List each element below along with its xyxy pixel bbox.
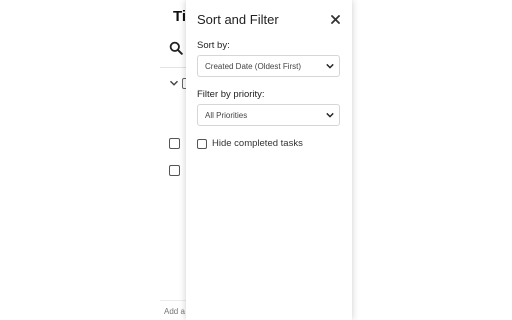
task-checkbox[interactable] — [169, 137, 180, 149]
sort-by-select[interactable]: Created Date (Oldest First) — [197, 55, 340, 77]
filter-priority-label: Filter by priority: — [197, 89, 265, 100]
close-button[interactable] — [328, 12, 342, 26]
task-checkbox[interactable] — [169, 164, 180, 176]
panel-title: Sort and Filter — [197, 12, 279, 27]
hide-completed-label: Hide completed tasks — [212, 138, 303, 149]
app-title: Ti — [173, 8, 187, 25]
close-icon — [330, 14, 340, 24]
hide-completed-toggle[interactable]: Hide completed tasks — [197, 138, 303, 149]
chevron-down-icon — [326, 63, 334, 69]
filter-priority-value: All Priorities — [205, 110, 248, 120]
sort-by-value: Created Date (Oldest First) — [205, 61, 302, 71]
sort-by-label: Sort by: — [197, 40, 230, 51]
chevron-down-icon — [326, 112, 334, 118]
hide-completed-checkbox[interactable] — [197, 138, 207, 149]
sort-filter-panel: Sort and Filter Sort by: Created Date (O… — [186, 0, 352, 320]
page: Ti E F Sort and Filter Sor — [0, 0, 512, 320]
chevron-down-icon[interactable] — [169, 78, 179, 88]
filter-priority-select[interactable]: All Priorities — [197, 104, 340, 126]
search-icon[interactable] — [169, 41, 183, 55]
